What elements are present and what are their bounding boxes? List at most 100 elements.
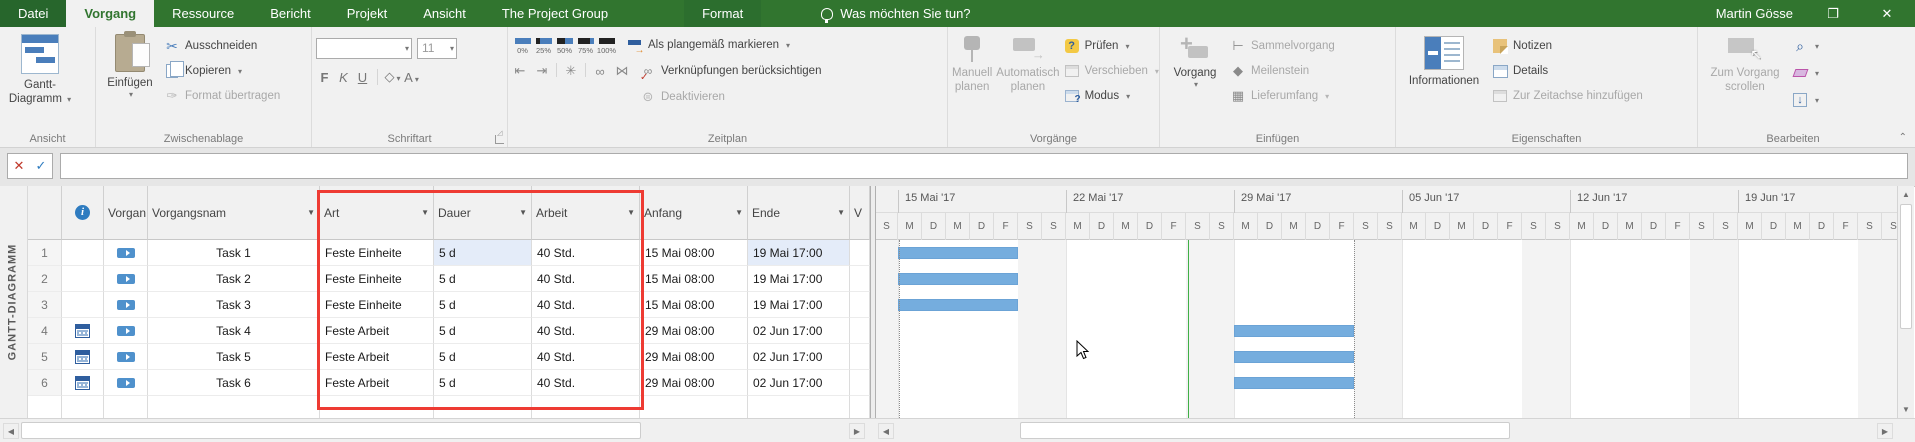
column-filter-arrow[interactable]: ▼ [837, 208, 845, 217]
bold-button[interactable]: F [316, 70, 333, 85]
column-filter-arrow[interactable]: ▼ [307, 208, 315, 217]
cell-ende-row4[interactable]: 02 Jun 17:00 [748, 318, 850, 344]
einfuegen-button[interactable]: Einfügen▾ [100, 30, 160, 100]
tab-ressource[interactable]: Ressource [154, 0, 252, 27]
cell-ende-row2[interactable]: 19 Mai 17:00 [748, 266, 850, 292]
tab-ansicht[interactable]: Ansicht [405, 0, 484, 27]
cell-dauer-row3[interactable]: 5 d [434, 292, 532, 318]
entry-confirm-button[interactable]: ✓ [36, 158, 47, 174]
cell-info-row1[interactable] [62, 240, 104, 266]
column-header-v[interactable]: V [850, 186, 870, 240]
cell-v-row2[interactable] [850, 266, 870, 292]
cell-name-row6[interactable]: Task 6 [148, 370, 320, 396]
task-bar-task-5[interactable] [1234, 351, 1354, 363]
cell-art-row5[interactable]: Feste Arbeit [320, 344, 434, 370]
scroll-down-button[interactable]: ▼ [1899, 402, 1913, 417]
outdent-icon[interactable]: ⇤ [512, 63, 528, 79]
entry-cancel-button[interactable]: ✕ [14, 158, 25, 174]
cell-mode-row4[interactable] [104, 318, 148, 344]
cell-art-row1[interactable]: Feste Einheite [320, 240, 434, 266]
cell-num-row2[interactable]: 2 [28, 266, 62, 292]
split-task-icon[interactable]: ✳ [563, 63, 579, 79]
meilenstein-button[interactable]: ◆ Meilenstein [1230, 61, 1335, 81]
cell-name-row5[interactable]: Task 5 [148, 344, 320, 370]
column-filter-arrow[interactable]: ▼ [421, 208, 429, 217]
column-filter-arrow[interactable]: ▼ [627, 208, 635, 217]
column-header-arbeit[interactable]: Arbeit▼ [532, 186, 640, 240]
deaktivieren-button[interactable]: ⊜ Deaktivieren [640, 87, 821, 107]
verknuepfungen-button[interactable]: ∞✓ Verknüpfungen berücksichtigen [640, 61, 821, 81]
link-tasks-icon[interactable]: ∞ [592, 63, 608, 79]
details-button[interactable]: Details [1492, 61, 1643, 81]
format-uebertragen-button[interactable]: ✑ Format übertragen [164, 86, 280, 106]
tab-format[interactable]: Format [684, 0, 761, 27]
informationen-button[interactable]: Informationen [1400, 30, 1488, 88]
column-header-ende[interactable]: Ende▼ [748, 186, 850, 240]
zum-vorgang-scrollen-button[interactable]: Zum Vorgangscrollen [1702, 30, 1788, 95]
pruefen-button[interactable]: ? Prüfen▾ [1064, 36, 1159, 56]
cell-dauer-row5[interactable]: 5 d [434, 344, 532, 370]
chart-scroll-thumb[interactable] [1020, 422, 1510, 439]
cell-info-row4[interactable] [62, 318, 104, 344]
cell-name-row4[interactable]: Task 4 [148, 318, 320, 344]
column-header-info[interactable]: i [62, 186, 104, 240]
vorgang-einfuegen-button[interactable]: Vorgang▾ [1164, 30, 1226, 90]
font-size-combobox[interactable]: 11▾ [417, 38, 457, 59]
tab-projekt[interactable]: Projekt [329, 0, 405, 27]
cell-arbeit-row1[interactable]: 40 Std. [532, 240, 640, 266]
cell-num-row4[interactable]: 4 [28, 318, 62, 344]
cell-dauer-row1[interactable]: 5 d [434, 240, 532, 266]
chart-scroll-right-button[interactable]: ▶ [1877, 423, 1893, 439]
fill-button[interactable]: ↓▾ [1792, 90, 1819, 110]
cell-anfang-row5[interactable]: 29 Mai 08:00 [640, 344, 748, 370]
cell-name-row1[interactable]: Task 1 [148, 240, 320, 266]
tab-datei[interactable]: Datei [0, 0, 66, 27]
find-button[interactable]: ⌕▾ [1792, 36, 1819, 56]
task-bar-task-4[interactable] [1234, 325, 1354, 337]
cell-ende-row3[interactable]: 19 Mai 17:00 [748, 292, 850, 318]
italic-button[interactable]: K [335, 70, 352, 85]
task-bar-task-1[interactable] [898, 247, 1018, 259]
cell-anfang-row4[interactable]: 29 Mai 08:00 [640, 318, 748, 344]
zur-zeitachse-button[interactable]: Zur Zeitachse hinzufügen [1492, 86, 1643, 106]
column-header-mode[interactable]: Vorgan▼ [104, 186, 148, 240]
vertical-scroll-thumb[interactable] [1900, 204, 1912, 329]
cell-anfang-row2[interactable]: 15 Mai 08:00 [640, 266, 748, 292]
cell-dauer-row6[interactable]: 5 d [434, 370, 532, 396]
column-header-art[interactable]: Art▼ [320, 186, 434, 240]
scroll-up-button[interactable]: ▲ [1899, 187, 1913, 202]
font-name-combobox[interactable]: ▾ [316, 38, 412, 59]
table-scroll-right-button[interactable]: ▶ [849, 423, 865, 439]
tab-vorgang[interactable]: Vorgang [66, 0, 154, 27]
gantt-diagramm-button[interactable]: Gantt- Diagramm ▾ [4, 30, 76, 107]
column-header-anfang[interactable]: Anfang▼ [640, 186, 748, 240]
task-bar-task-6[interactable] [1234, 377, 1354, 389]
cell-v-row4[interactable] [850, 318, 870, 344]
column-header-name[interactable]: Vorgangsnam▼ [148, 186, 320, 240]
cell-num-row3[interactable]: 3 [28, 292, 62, 318]
clear-button[interactable]: ▾ [1792, 63, 1819, 83]
cell-anfang-row1[interactable]: 15 Mai 08:00 [640, 240, 748, 266]
cell-arbeit-row2[interactable]: 40 Std. [532, 266, 640, 292]
percent-complete-0[interactable]: 0% [512, 35, 533, 55]
table-scroll-left-button[interactable]: ◀ [3, 423, 19, 439]
automatisch-planen-button[interactable]: Automatischplanen [996, 30, 1059, 95]
table-scroll-thumb[interactable] [21, 422, 641, 439]
cell-ende-row5[interactable]: 02 Jun 17:00 [748, 344, 850, 370]
cell-name-row2[interactable]: Task 2 [148, 266, 320, 292]
sammelvorgang-button[interactable]: ⊢ Sammelvorgang [1230, 36, 1335, 56]
task-bar-task-2[interactable] [898, 273, 1018, 285]
tell-me-box[interactable]: Was möchten Sie tun? [821, 0, 970, 27]
cell-arbeit-row4[interactable]: 40 Std. [532, 318, 640, 344]
unlink-tasks-icon[interactable]: ⋈ [614, 63, 630, 79]
cell-dauer-row2[interactable]: 5 d [434, 266, 532, 292]
cell-ende-row6[interactable]: 02 Jun 17:00 [748, 370, 850, 396]
cell-info-row6[interactable] [62, 370, 104, 396]
percent-complete-50[interactable]: 50% [554, 35, 575, 55]
cell-mode-row3[interactable] [104, 292, 148, 318]
column-header-num[interactable] [28, 186, 62, 240]
tab-bericht[interactable]: Bericht [252, 0, 328, 27]
modus-button[interactable]: ? Modus▾ [1064, 86, 1159, 106]
cell-art-row2[interactable]: Feste Einheite [320, 266, 434, 292]
cell-num-row6[interactable]: 6 [28, 370, 62, 396]
